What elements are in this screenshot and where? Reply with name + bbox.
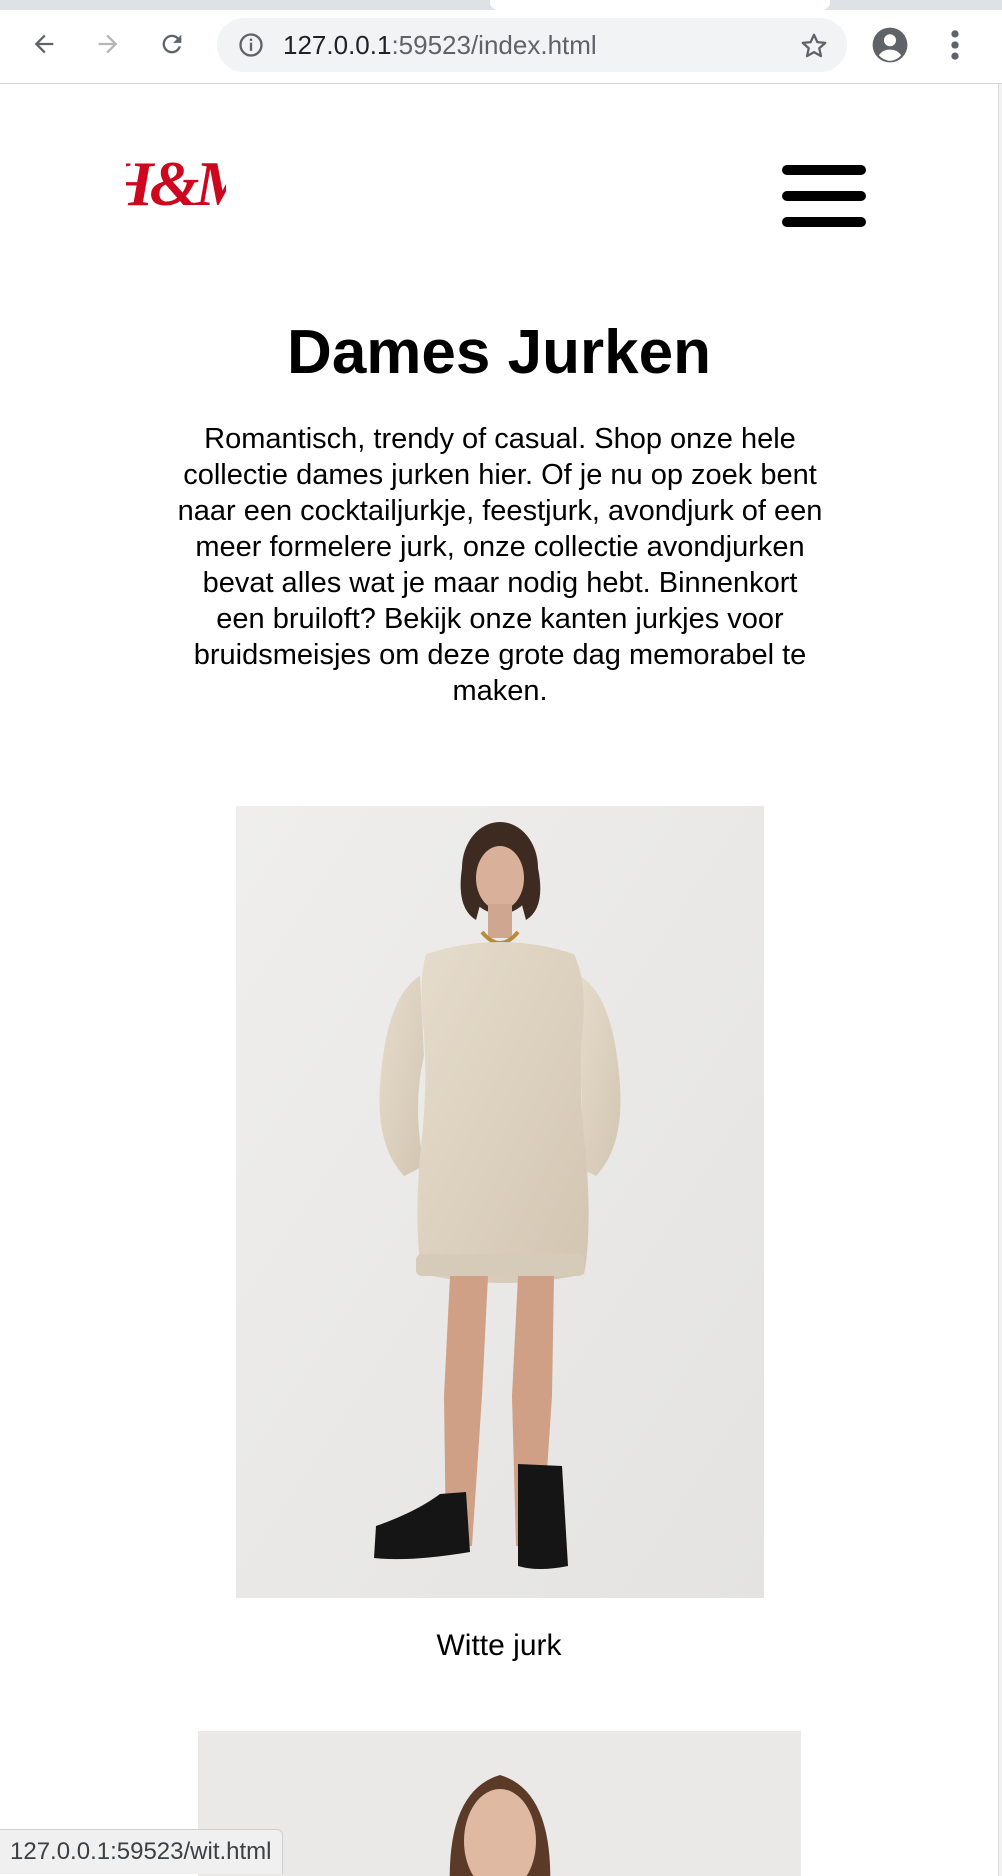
tab-strip: [0, 0, 1002, 10]
kebab-menu-icon[interactable]: [940, 26, 970, 64]
browser-toolbar: 127.0.0.1:59523/index.html: [0, 0, 1002, 84]
hamburger-menu-icon[interactable]: [782, 165, 866, 227]
dress-photo: [236, 806, 764, 1598]
page-content: H&M Dames Jurken Romantisch, trendy of c…: [0, 85, 998, 1876]
profile-icon[interactable]: [871, 26, 909, 64]
star-icon[interactable]: [799, 31, 829, 61]
hm-logo[interactable]: H&M: [126, 145, 226, 221]
product-image[interactable]: [236, 806, 764, 1598]
product-caption[interactable]: Witte jurk: [0, 1628, 998, 1664]
window-edge: [998, 84, 1002, 1876]
info-icon[interactable]: [237, 31, 265, 59]
product-image-2[interactable]: [198, 1731, 801, 1876]
page-title: Dames Jurken: [287, 318, 711, 387]
dress-photo-2: [198, 1731, 801, 1876]
reload-icon[interactable]: [154, 26, 190, 62]
back-arrow-icon[interactable]: [26, 26, 62, 62]
address-bar[interactable]: 127.0.0.1:59523/index.html: [217, 18, 847, 72]
status-bar-url: 127.0.0.1:59523/wit.html: [0, 1829, 283, 1874]
intro-text: Romantisch, trendy of casual. Shop onze …: [177, 423, 823, 707]
url-path: :59523/index.html: [391, 30, 597, 60]
active-tab[interactable]: [490, 0, 830, 10]
url-host: 127.0.0.1: [283, 30, 392, 60]
logo-text: H&M: [126, 148, 226, 219]
url-text[interactable]: 127.0.0.1:59523/index.html: [283, 31, 597, 59]
forward-arrow-icon[interactable]: [90, 26, 126, 62]
